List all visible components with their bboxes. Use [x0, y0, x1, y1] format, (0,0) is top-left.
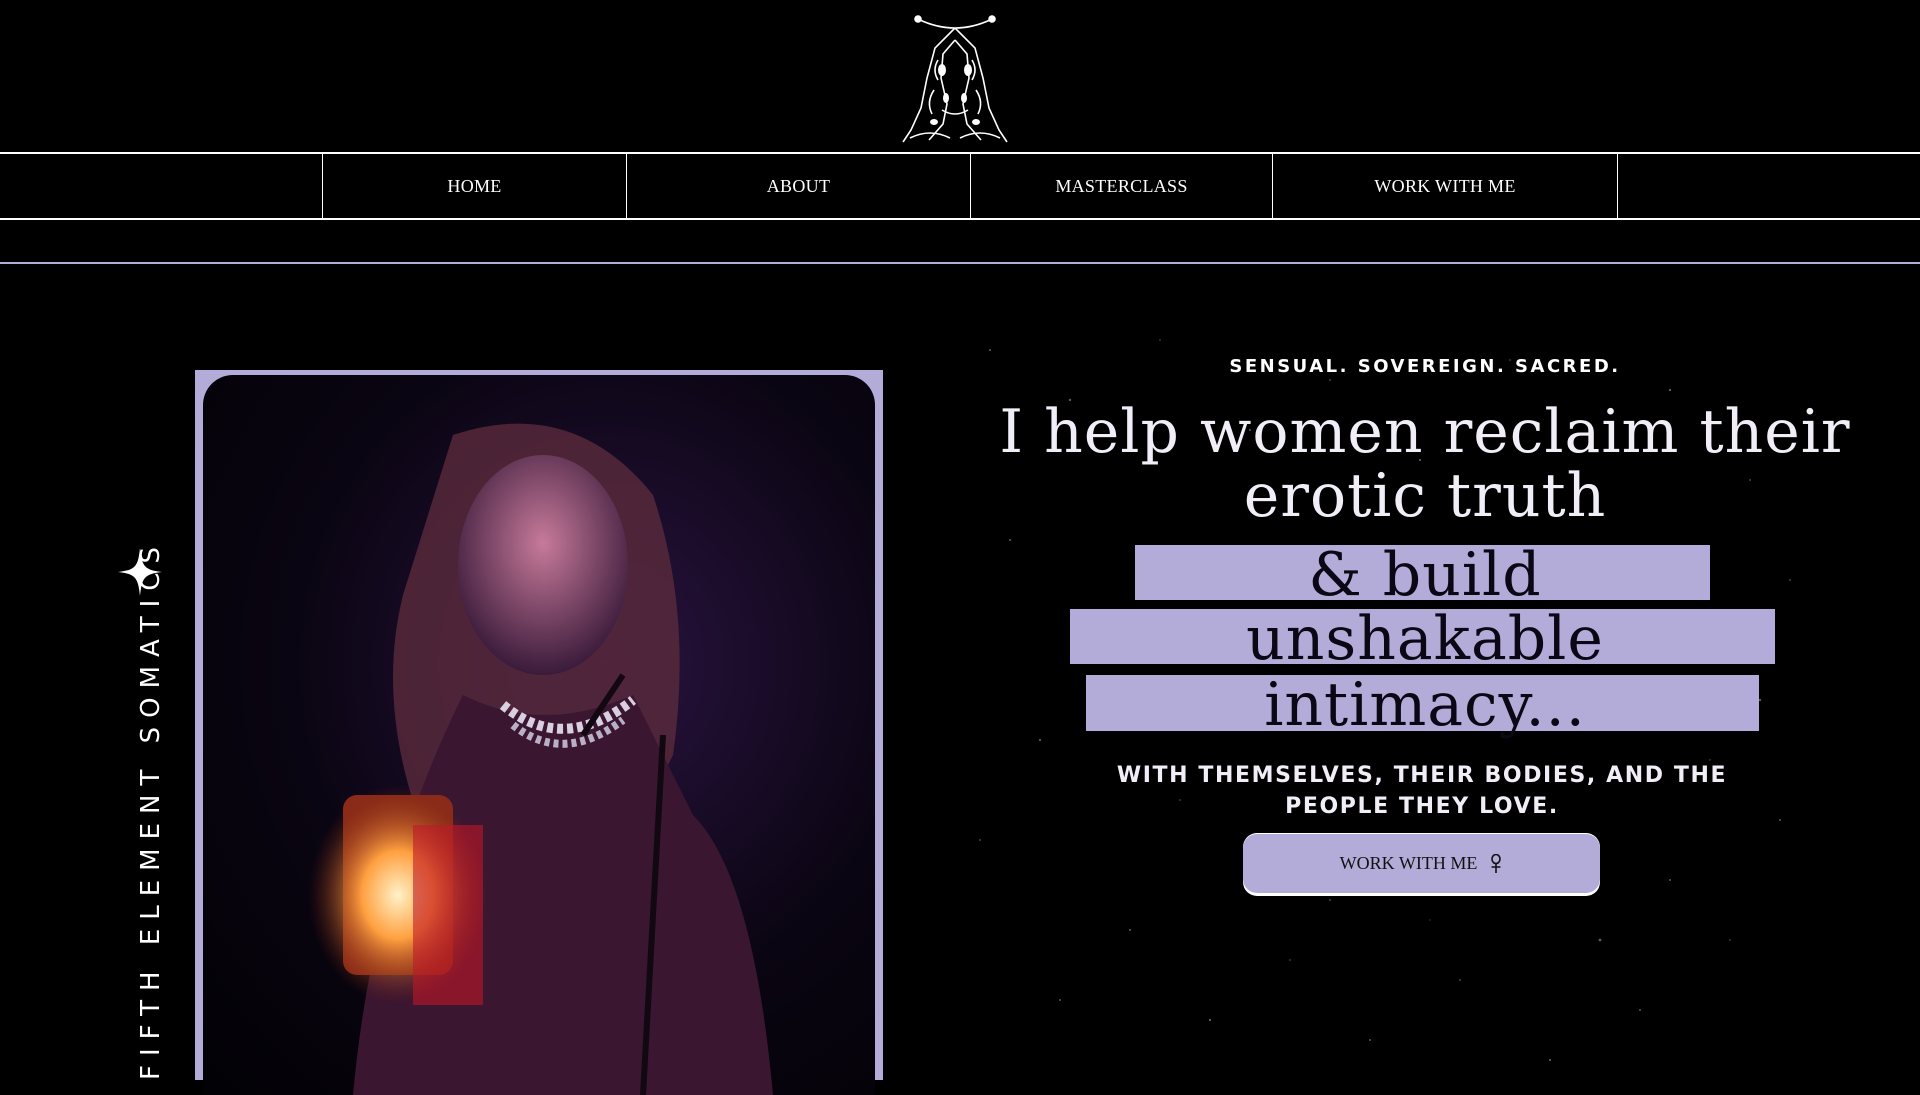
- nav-home-label: HOME: [447, 175, 502, 196]
- nav-about-label: ABOUT: [766, 175, 831, 196]
- highlight-line-3: intimacy...: [1264, 670, 1586, 740]
- nav-work-with-me[interactable]: WORK WITH ME: [1272, 154, 1618, 218]
- brand-vertical-text: FIFTH ELEMENT SOMATICS: [136, 538, 166, 1080]
- work-with-me-button[interactable]: WORK WITH ME: [1243, 834, 1600, 893]
- section-divider: [0, 262, 1920, 264]
- cta-label: WORK WITH ME: [1339, 853, 1478, 873]
- headline-line-1: I help women reclaim their: [999, 397, 1851, 467]
- nav-masterclass-label: MASTERCLASS: [1055, 175, 1188, 196]
- headline-line-2: erotic truth: [1243, 461, 1607, 531]
- venus-ankh-icon: [1491, 853, 1502, 873]
- portrait-photo: [203, 375, 875, 1095]
- twin-tigers-emblem-icon[interactable]: [890, 10, 1020, 148]
- nav-empty-cell: [1617, 154, 1920, 218]
- main-nav: HOME ABOUT MASTERCLASS WORK WITH ME: [0, 152, 1920, 220]
- nav-about[interactable]: ABOUT: [626, 154, 971, 218]
- portrait-illustration: [308, 423, 773, 1095]
- hero-eyebrow: SENSUAL. SOVEREIGN. SACRED.: [1229, 356, 1621, 377]
- nav-home[interactable]: HOME: [322, 154, 627, 218]
- portrait-frame: [195, 370, 883, 1095]
- highlight-line-1: & build: [1308, 540, 1542, 610]
- hero-subline: WITH THEMSELVES, THEIR BODIES, AND THE P…: [1116, 763, 1728, 819]
- nav-masterclass[interactable]: MASTERCLASS: [970, 154, 1273, 218]
- hero-headline: I help women reclaim their erotic truth: [990, 400, 1860, 528]
- highlight-line-2: unshakable: [1246, 604, 1604, 674]
- nav-work-with-me-label: WORK WITH ME: [1374, 175, 1516, 196]
